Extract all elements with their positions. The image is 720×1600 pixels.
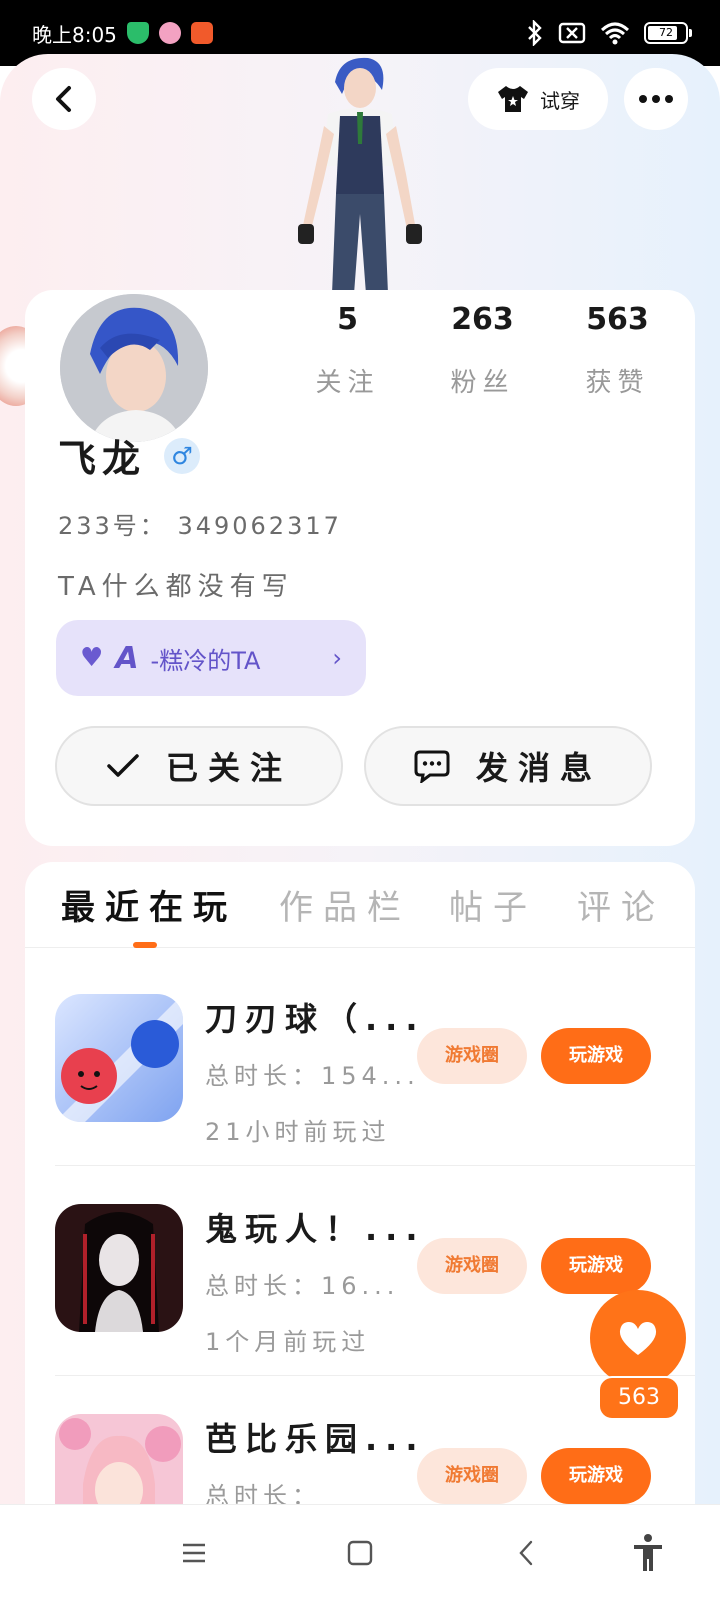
game-app-icon <box>158 22 181 44</box>
checkmark-icon <box>107 754 139 777</box>
stat-value: 263 <box>451 302 514 337</box>
tab-indicator <box>133 942 157 948</box>
tag-text: -糕冷的TA <box>150 646 261 675</box>
tshirt-icon <box>498 86 528 112</box>
stat-following[interactable]: 5 关注 <box>280 298 415 399</box>
game-circle-button[interactable]: 游戏圈 <box>417 1238 527 1294</box>
more-dots-icon <box>639 95 673 103</box>
game-icon <box>55 1204 183 1332</box>
chevron-right-icon: › <box>332 644 342 672</box>
profile-page: 试穿 5 关注 263 粉丝 563 获赞 飞龙 ♂ 233号： 3490623… <box>0 54 720 1504</box>
male-gender-icon: ♂ <box>164 437 201 474</box>
stat-label: 粉丝 <box>450 368 515 398</box>
like-button[interactable] <box>590 1290 686 1386</box>
play-game-button[interactable]: 玩游戏 <box>541 1448 651 1504</box>
heart-icon: ♥ <box>80 643 104 673</box>
system-nav-bar <box>0 1504 720 1600</box>
game-circle-button[interactable]: 游戏圈 <box>417 1448 527 1504</box>
like-count: 563 <box>598 1376 680 1420</box>
user-id-value: 349062317 <box>177 512 342 540</box>
game-play-time: 总时长： <box>205 1482 321 1504</box>
heart-icon <box>619 1322 657 1355</box>
game-row[interactable]: 刀刃球（... 总时长：154... 21小时前玩过 游戏圈 玩游戏 <box>55 956 695 1166</box>
content-card: 最近在玩 作品栏 帖子 评论 刀刃球（... 总时长：154... 21小时前玩… <box>25 862 695 1504</box>
try-on-button[interactable]: 试穿 <box>468 68 608 130</box>
more-button[interactable] <box>624 68 688 130</box>
tab-posts[interactable]: 帖子 <box>449 880 537 929</box>
stat-likes[interactable]: 563 获赞 <box>550 298 685 399</box>
stat-value: 563 <box>586 302 649 337</box>
send-message-label: 发消息 <box>475 749 602 787</box>
avatar-portrait <box>60 294 208 442</box>
game-last-played: 21小时前玩过 <box>205 1118 391 1146</box>
stat-followers[interactable]: 263 粉丝 <box>415 298 550 399</box>
play-game-button[interactable]: 玩游戏 <box>541 1238 651 1294</box>
game-title: 芭比乐园... <box>205 1420 426 1458</box>
accessibility-icon <box>634 1534 662 1571</box>
wifi-icon <box>600 22 630 45</box>
game-play-time: 总时长：154... <box>205 1062 420 1090</box>
user-name: 飞龙 <box>58 437 147 481</box>
no-sim-icon <box>558 22 586 44</box>
user-bio: TA什么都没有写 <box>58 572 294 602</box>
chevron-left-icon <box>56 86 71 112</box>
user-id-label: 233号： <box>58 512 167 540</box>
tab-comments[interactable]: 评论 <box>577 880 665 929</box>
avatar[interactable] <box>56 290 212 446</box>
game-circle-button[interactable]: 游戏圈 <box>417 1028 527 1084</box>
tab-works[interactable]: 作品栏 <box>279 880 411 929</box>
battery-icon: 72 <box>644 22 692 44</box>
menu-button[interactable] <box>170 1529 218 1577</box>
stat-value: 5 <box>337 302 358 337</box>
game-play-time: 总时长：16... <box>205 1272 400 1300</box>
back-arrow-icon <box>519 1540 533 1566</box>
play-game-button[interactable]: 玩游戏 <box>541 1028 651 1084</box>
game-title: 鬼玩人！... <box>205 1210 426 1248</box>
security-shield-icon <box>126 22 149 44</box>
followed-label: 已关注 <box>165 749 292 787</box>
tag-prefix: A <box>115 640 139 676</box>
name-row: 飞龙 ♂ <box>58 428 201 483</box>
personality-tag[interactable]: ♥ A -糕冷的TA › <box>56 620 366 696</box>
back-button[interactable] <box>32 68 96 130</box>
game-icon <box>55 1414 183 1504</box>
status-time: 晚上8:05 <box>32 22 117 47</box>
try-on-label: 试穿 <box>540 88 580 113</box>
bluetooth-icon <box>528 20 542 46</box>
stat-label: 关注 <box>315 368 380 398</box>
game-title: 刀刃球（... <box>205 1000 426 1038</box>
app-notification-icon <box>190 22 213 44</box>
game-icon <box>55 994 183 1122</box>
home-button[interactable] <box>336 1529 384 1577</box>
user-id[interactable]: 233号： 349062317 <box>58 506 342 541</box>
stats-row: 5 关注 263 粉丝 563 获赞 <box>280 298 700 399</box>
avatar-3d-figure <box>298 57 422 294</box>
followed-button[interactable]: 已关注 <box>55 726 343 806</box>
send-message-button[interactable]: 发消息 <box>364 726 652 806</box>
menu-lines-icon <box>183 1543 205 1563</box>
system-back-button[interactable] <box>502 1529 550 1577</box>
chat-bubble-icon <box>414 750 450 783</box>
game-last-played: 1个月前玩过 <box>205 1328 371 1356</box>
tab-bar: 最近在玩 作品栏 帖子 评论 <box>25 862 695 948</box>
accessibility-button[interactable] <box>624 1529 672 1577</box>
tab-recent-played[interactable]: 最近在玩 <box>61 880 237 929</box>
stat-label: 获赞 <box>585 368 650 398</box>
home-square-icon <box>347 1540 373 1566</box>
